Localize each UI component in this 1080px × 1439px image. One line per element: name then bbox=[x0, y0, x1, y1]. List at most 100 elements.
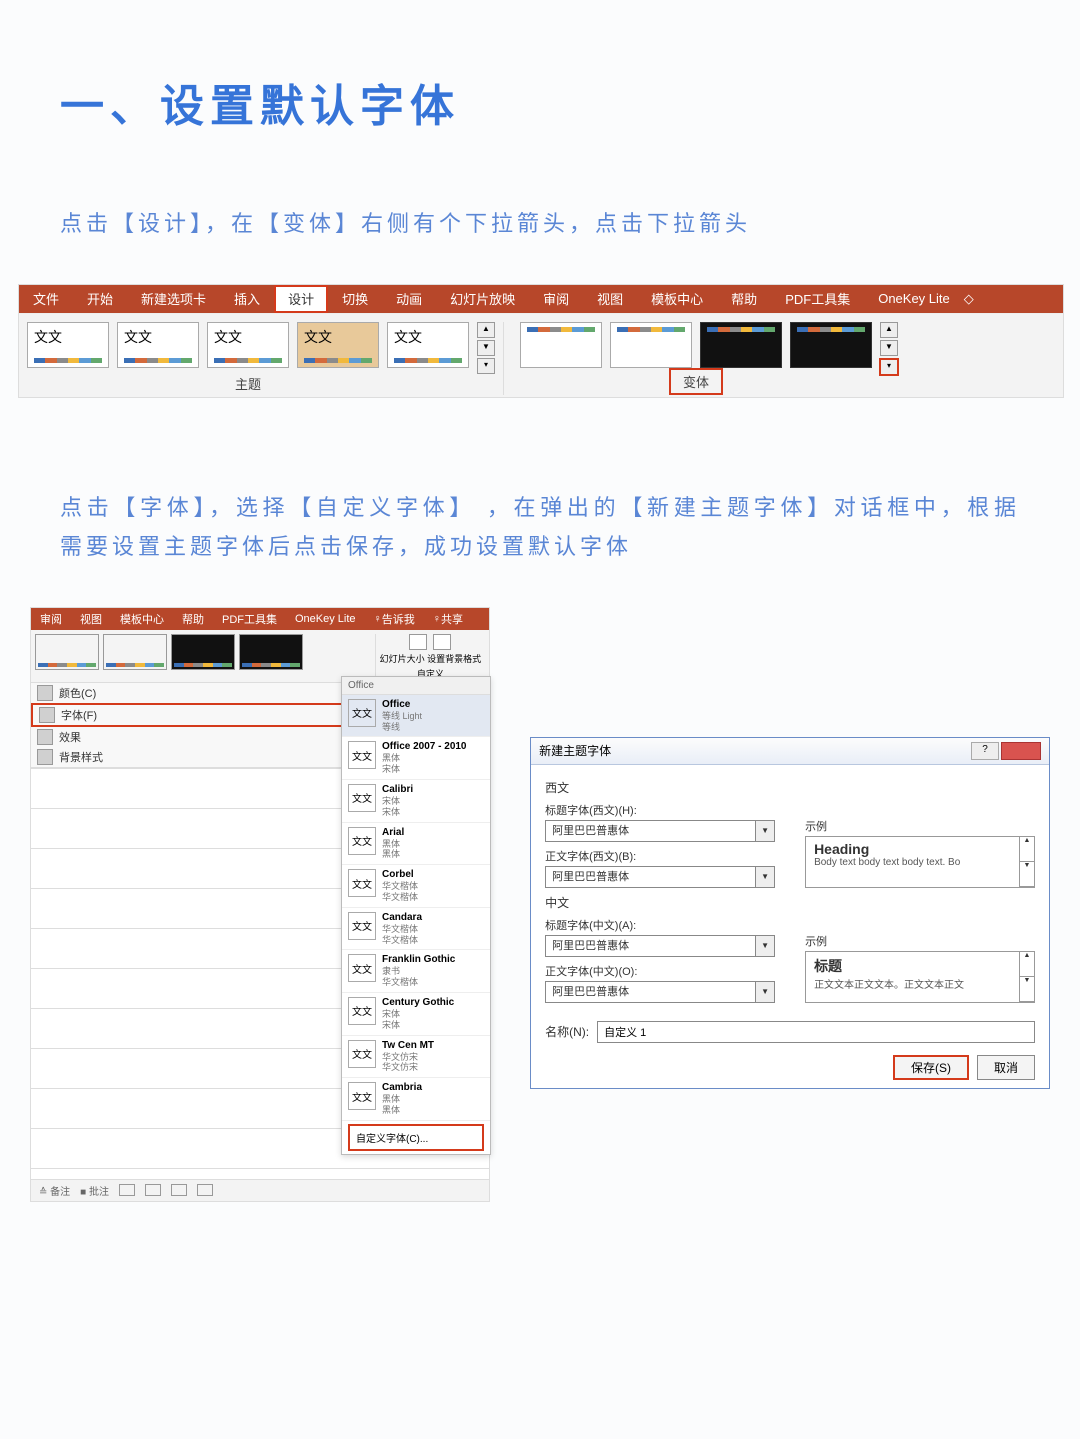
sample-label: 示例 bbox=[805, 818, 1035, 834]
heading-cjk-combo[interactable]: 阿里巴巴普惠体▼ bbox=[545, 935, 775, 957]
ribbon-tab-视图[interactable]: 视图 bbox=[583, 285, 637, 313]
theme-thumb[interactable]: 文文 bbox=[117, 322, 199, 368]
variant-thumb[interactable] bbox=[790, 322, 872, 368]
ribbon-tab-帮助[interactable]: 帮助 bbox=[717, 285, 771, 313]
notes-button[interactable]: 备注 bbox=[50, 1187, 70, 1198]
down-icon[interactable]: ▼ bbox=[880, 340, 898, 356]
ribbon-tab-切换[interactable]: 切换 bbox=[328, 285, 382, 313]
variant-thumb[interactable] bbox=[520, 322, 602, 368]
share-button[interactable]: ♀ 共享 bbox=[424, 608, 472, 630]
ribbon-tab-pdf工具集[interactable]: PDF工具集 bbox=[771, 285, 864, 313]
theme-thumb[interactable]: 文文 bbox=[387, 322, 469, 368]
view-normal-icon[interactable] bbox=[119, 1184, 135, 1196]
font-scheme-item[interactable]: 文文Cambria黑体黑体 bbox=[342, 1078, 490, 1121]
custom-fonts-button[interactable]: 自定义字体(C)... bbox=[348, 1124, 484, 1151]
slide-size-icon[interactable] bbox=[409, 634, 427, 650]
up-icon[interactable]: ▲ bbox=[880, 322, 898, 338]
comments-button[interactable]: 批注 bbox=[89, 1187, 109, 1198]
variant-thumb[interactable] bbox=[700, 322, 782, 368]
ribbon-tab-帮助[interactable]: 帮助 bbox=[173, 608, 213, 630]
spin-down-icon[interactable]: ▼ bbox=[1020, 862, 1034, 887]
view-sorter-icon[interactable] bbox=[145, 1184, 161, 1196]
theme-thumb[interactable]: 文文 bbox=[297, 322, 379, 368]
font-scheme-item[interactable]: 文文Arial黑体黑体 bbox=[342, 823, 490, 866]
font-scheme-item[interactable]: 文文Tw Cen MT华文仿宋华文仿宋 bbox=[342, 1036, 490, 1079]
bg-format-icon[interactable] bbox=[433, 634, 451, 650]
chevron-down-icon[interactable]: ▼ bbox=[755, 936, 774, 956]
ribbon-tab-pdf工具集[interactable]: PDF工具集 bbox=[213, 608, 286, 630]
font-scheme-item[interactable]: 文文Corbel华文楷体华文楷体 bbox=[342, 865, 490, 908]
ribbon-tab-模板中心[interactable]: 模板中心 bbox=[111, 608, 173, 630]
variant-thumb[interactable] bbox=[35, 634, 99, 670]
font-scheme-item[interactable]: 文文Calibri宋体宋体 bbox=[342, 780, 490, 823]
chevron-down-icon[interactable]: ▼ bbox=[755, 821, 774, 841]
body-latin-combo[interactable]: 阿里巴巴普惠体▼ bbox=[545, 866, 775, 888]
more-icon[interactable]: ▾ bbox=[477, 358, 495, 374]
up-icon[interactable]: ▲ bbox=[477, 322, 495, 338]
variants-dropdown-icon[interactable]: ▾ bbox=[879, 358, 899, 376]
variants-label: 变体 bbox=[669, 368, 723, 395]
ribbon-tab-模板中心[interactable]: 模板中心 bbox=[637, 285, 717, 313]
heading-cjk-label: 标题字体(中文)(A): bbox=[545, 917, 775, 933]
combo-value: 阿里巴巴普惠体 bbox=[546, 936, 755, 956]
ribbon-tab-动画[interactable]: 动画 bbox=[382, 285, 436, 313]
ribbon-tab-审阅[interactable]: 审阅 bbox=[31, 608, 71, 630]
ribbon-tab-开始[interactable]: 开始 bbox=[73, 285, 127, 313]
chevron-down-icon[interactable]: ▼ bbox=[755, 982, 774, 1002]
menu-icon bbox=[37, 729, 53, 745]
font-scheme-item[interactable]: 文文Franklin Gothic隶书华文楷体 bbox=[342, 950, 490, 993]
view-reading-icon[interactable] bbox=[171, 1184, 187, 1196]
theme-scroll[interactable]: ▲ ▼ ▾ bbox=[477, 322, 495, 374]
variant-thumb[interactable] bbox=[103, 634, 167, 670]
ribbon-screenshot-1: 文件开始新建选项卡插入设计切换动画幻灯片放映审阅视图模板中心帮助PDF工具集On… bbox=[18, 284, 1064, 398]
ribbon-tab-新建选项卡[interactable]: 新建选项卡 bbox=[127, 285, 220, 313]
body-cjk-combo[interactable]: 阿里巴巴普惠体▼ bbox=[545, 981, 775, 1003]
font-scheme-item[interactable]: 文文Candara华文楷体华文楷体 bbox=[342, 908, 490, 951]
spin-down-icon[interactable]: ▼ bbox=[1020, 977, 1034, 1002]
ribbon-tab-视图[interactable]: 视图 bbox=[71, 608, 111, 630]
variant-thumb[interactable] bbox=[171, 634, 235, 670]
font-scheme-item[interactable]: 文文Office 2007 - 2010黑体宋体 bbox=[342, 737, 490, 780]
cancel-button[interactable]: 取消 bbox=[977, 1055, 1035, 1080]
name-input[interactable] bbox=[597, 1021, 1035, 1043]
font-thumb-icon: 文文 bbox=[348, 1082, 376, 1110]
spin-up-icon[interactable]: ▲ bbox=[1020, 952, 1034, 977]
ribbon-tab-onekey lite[interactable]: OneKey Lite bbox=[864, 285, 964, 313]
heading-latin-combo[interactable]: 阿里巴巴普惠体▼ bbox=[545, 820, 775, 842]
sample-heading: 标题 bbox=[814, 956, 1026, 976]
theme-thumb[interactable]: 文文 bbox=[27, 322, 109, 368]
chevron-down-icon[interactable]: ▼ bbox=[755, 867, 774, 887]
ribbon-tab-幻灯片放映[interactable]: 幻灯片放映 bbox=[436, 285, 529, 313]
instruction-1: 点击【设计】，在【变体】右侧有个下拉箭头，点击下拉箭头 bbox=[60, 204, 1020, 244]
ribbon-tab-插入[interactable]: 插入 bbox=[220, 285, 274, 313]
font-thumb-icon: 文文 bbox=[348, 741, 376, 769]
help-icon[interactable]: ? bbox=[971, 742, 999, 760]
ribbon-tab-设计[interactable]: 设计 bbox=[274, 285, 328, 313]
body-cjk-label: 正文字体(中文)(O): bbox=[545, 963, 775, 979]
font-thumb-icon: 文文 bbox=[348, 997, 376, 1025]
font-thumb-icon: 文文 bbox=[348, 954, 376, 982]
variant-thumb[interactable] bbox=[239, 634, 303, 670]
spin-up-icon[interactable]: ▲ bbox=[1020, 837, 1034, 862]
ribbon-screenshot-2: 审阅视图模板中心帮助PDF工具集OneKey Lite ♀ 告诉我 ♀ 共享 幻… bbox=[30, 607, 490, 1202]
font-thumb-icon: 文文 bbox=[348, 869, 376, 897]
fonts-flyout: Office 文文Office等线 Light等线文文Office 2007 -… bbox=[341, 676, 491, 1155]
dialog-title: 新建主题字体 bbox=[539, 742, 611, 759]
name-label: 名称(N): bbox=[545, 1023, 589, 1040]
close-icon[interactable] bbox=[1001, 742, 1041, 760]
ribbon-tab-文件[interactable]: 文件 bbox=[19, 285, 73, 313]
sample-body: 正文文本正文文本。正文文本正文 bbox=[814, 976, 1026, 991]
save-button[interactable]: 保存(S) bbox=[893, 1055, 969, 1080]
font-scheme-item[interactable]: 文文Century Gothic宋体宋体 bbox=[342, 993, 490, 1036]
ribbon-tab-审阅[interactable]: 审阅 bbox=[529, 285, 583, 313]
variant-thumb[interactable] bbox=[610, 322, 692, 368]
view-slideshow-icon[interactable] bbox=[197, 1184, 213, 1196]
variant-scroll[interactable]: ▲ ▼ ▾ bbox=[880, 322, 898, 376]
font-thumb-icon: 文文 bbox=[348, 912, 376, 940]
section-cjk: 中文 bbox=[545, 894, 1035, 911]
ribbon-tab-onekey lite[interactable]: OneKey Lite bbox=[286, 608, 365, 630]
tell-me-button[interactable]: ♀ 告诉我 bbox=[365, 608, 424, 630]
theme-thumb[interactable]: 文文 bbox=[207, 322, 289, 368]
down-icon[interactable]: ▼ bbox=[477, 340, 495, 356]
font-scheme-item[interactable]: 文文Office等线 Light等线 bbox=[342, 695, 490, 738]
